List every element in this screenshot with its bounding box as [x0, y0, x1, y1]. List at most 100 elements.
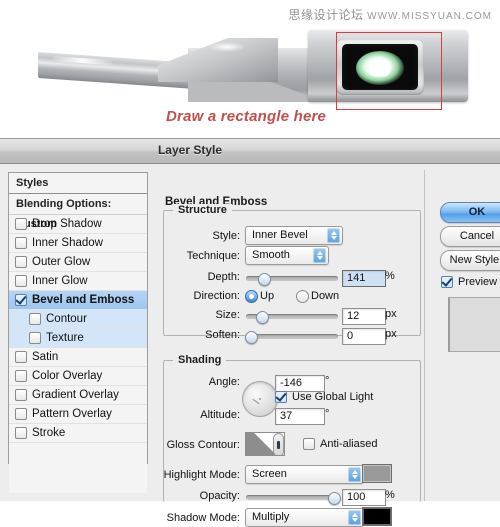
size-input[interactable]: 12	[342, 308, 386, 325]
opacity-label: Opacity:	[199, 490, 240, 502]
style-select[interactable]: Inner Bevel	[245, 226, 343, 245]
direction-label: Direction:	[193, 290, 240, 302]
style-item-label: Inner Glow	[32, 275, 88, 287]
style-item-label: Pattern Overlay	[32, 408, 112, 420]
technique-select[interactable]: Smooth	[245, 246, 329, 265]
depth-input[interactable]: 141	[342, 270, 386, 287]
checkbox-satin[interactable]	[15, 351, 27, 363]
style-item-contour[interactable]: Contour	[9, 310, 147, 329]
altitude-unit: °	[325, 408, 330, 420]
style-item-pattern-overlay[interactable]: Pattern Overlay	[9, 405, 147, 424]
ok-button[interactable]: OK	[440, 202, 500, 223]
style-item-satin[interactable]: Satin	[9, 348, 147, 367]
altitude-label: Altitude:	[200, 409, 240, 421]
dialog-body: Styles Blending Options: Custom Drop Sha…	[0, 164, 500, 527]
shading-legend: Shading	[173, 354, 227, 366]
checkbox-anti-aliased[interactable]	[303, 438, 315, 450]
gloss-contour-dropdown-button[interactable]	[273, 433, 284, 455]
checkbox-stroke[interactable]	[15, 427, 27, 439]
opacity-input[interactable]: 100	[342, 489, 386, 506]
style-item-label: Gradient Overlay	[32, 389, 119, 401]
highlight-mode-select[interactable]: Screen	[245, 465, 364, 484]
styles-list-panel: Styles Blending Options: Custom Drop Sha…	[8, 172, 148, 493]
angle-dial[interactable]	[242, 381, 278, 417]
direction-up-label[interactable]: Up	[260, 290, 300, 302]
style-item-outer-glow[interactable]: Outer Glow	[9, 253, 147, 272]
checkbox-gradient-overlay[interactable]	[15, 389, 27, 401]
style-select-value: Inner Bevel	[252, 229, 308, 241]
shadow-mode-value: Multiply	[252, 511, 290, 523]
checkbox-contour[interactable]	[29, 313, 41, 325]
checkbox-pattern-overlay[interactable]	[15, 408, 27, 420]
opacity-slider-knob[interactable]	[328, 492, 341, 505]
depth-label: Depth:	[207, 271, 240, 283]
anti-aliased-row[interactable]: Anti-aliased	[303, 438, 377, 450]
checkbox-drop-shadow[interactable]	[15, 218, 27, 230]
opacity-unit: %	[385, 489, 395, 501]
checkbox-inner-shadow[interactable]	[15, 237, 27, 249]
checkbox-texture[interactable]	[29, 332, 41, 344]
soften-slider-knob[interactable]	[245, 331, 258, 344]
chevron-updown-icon[interactable]	[348, 467, 361, 482]
radio-direction-up[interactable]	[245, 290, 258, 303]
new-style-button[interactable]: New Style...	[440, 250, 500, 271]
styles-header[interactable]: Styles	[9, 173, 147, 194]
watermark-url: WWW.MISSYUAN.COM	[367, 11, 492, 22]
shadow-mode-select[interactable]: Multiply	[245, 508, 364, 527]
radio-direction-down[interactable]	[296, 290, 309, 303]
style-item-texture[interactable]: Texture	[9, 329, 147, 348]
soften-label: Soften:	[205, 329, 240, 341]
highlight-mode-value: Screen	[252, 468, 287, 480]
gloss-contour-label: Gloss Contour:	[166, 439, 240, 451]
preview-label: Preview	[458, 276, 498, 288]
style-item-bevel-and-emboss[interactable]: Bevel and Emboss	[9, 291, 147, 310]
use-global-light-row[interactable]: Use Global Light	[275, 391, 373, 403]
style-item-inner-glow[interactable]: Inner Glow	[9, 272, 147, 291]
cancel-button[interactable]: Cancel	[440, 226, 500, 247]
panel-divider	[424, 170, 425, 501]
direction-down-label[interactable]: Down	[311, 290, 361, 302]
style-item-inner-shadow[interactable]: Inner Shadow	[9, 234, 147, 253]
technique-select-value: Smooth	[252, 249, 290, 261]
angle-dial-center	[259, 398, 261, 400]
size-slider-knob[interactable]	[256, 311, 269, 324]
style-item-gradient-overlay[interactable]: Gradient Overlay	[9, 386, 147, 405]
checkbox-inner-glow[interactable]	[15, 275, 27, 287]
chevron-updown-icon[interactable]	[348, 510, 361, 525]
red-annotation-rectangle	[336, 32, 442, 110]
chevron-updown-icon[interactable]	[313, 248, 326, 263]
annotation-caption: Draw a rectangle here	[166, 108, 327, 125]
checkbox-preview[interactable]	[441, 276, 453, 288]
style-item-stroke[interactable]: Stroke	[9, 424, 147, 443]
soften-slider-track[interactable]	[246, 334, 338, 339]
shadow-color-swatch[interactable]	[362, 507, 392, 526]
watermark: 思缘设计论坛 WWW.MISSYUAN.COM	[289, 6, 492, 23]
style-item-label: Stroke	[32, 427, 66, 439]
style-item-label: Outer Glow	[32, 256, 91, 268]
checkbox-outer-glow[interactable]	[15, 256, 27, 268]
highlight-mode-label: Highlight Mode:	[163, 469, 240, 481]
blending-options-row[interactable]: Blending Options: Custom	[9, 194, 147, 230]
checkbox-color-overlay[interactable]	[15, 370, 27, 382]
highlight-color-swatch[interactable]	[362, 464, 392, 483]
chevron-updown-icon[interactable]	[327, 228, 340, 243]
angle-input[interactable]: -146	[275, 375, 325, 392]
depth-slider-knob[interactable]	[258, 273, 271, 286]
altitude-input[interactable]: 37	[275, 408, 325, 425]
gloss-contour-preview[interactable]	[245, 432, 285, 456]
preview-thumbnail	[448, 297, 500, 352]
soften-input[interactable]: 0	[342, 328, 386, 345]
shadow-mode-label: Shadow Mode:	[166, 512, 240, 524]
preview-row[interactable]: Preview	[441, 276, 497, 288]
style-label: Style:	[212, 230, 240, 242]
style-item-color-overlay[interactable]: Color Overlay	[9, 367, 147, 386]
device-specular-highlight	[208, 42, 246, 52]
dialog-titlebar[interactable]: Layer Style	[0, 139, 500, 164]
size-unit: px	[385, 308, 397, 320]
checkbox-bevel-and-emboss[interactable]	[15, 294, 27, 306]
anti-aliased-label: Anti-aliased	[320, 438, 378, 450]
checkbox-use-global-light[interactable]	[275, 391, 287, 403]
style-item-label: Contour	[46, 313, 87, 325]
opacity-slider-track[interactable]	[246, 495, 338, 500]
angle-label: Angle:	[208, 376, 240, 388]
